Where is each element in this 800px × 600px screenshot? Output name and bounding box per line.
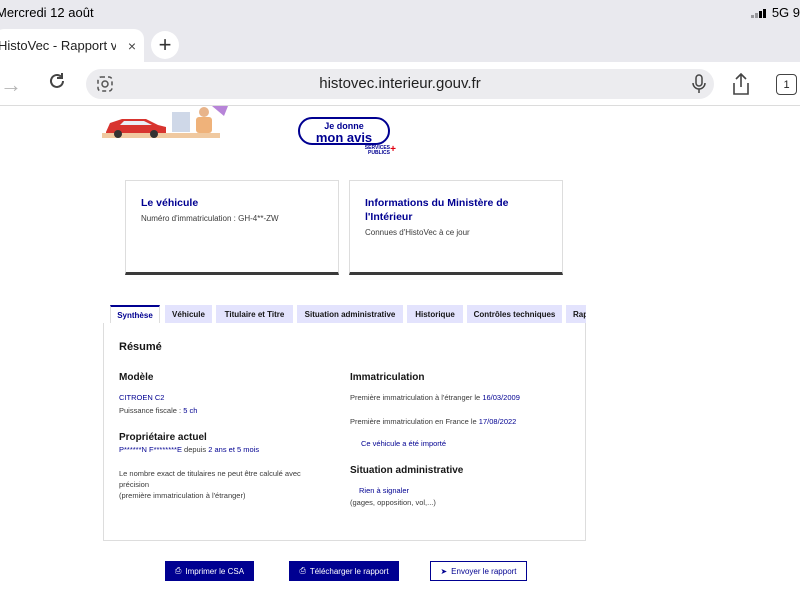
vehicle-card-title: Le véhicule: [141, 197, 199, 209]
tab-vehicule[interactable]: Véhicule: [165, 305, 212, 324]
first-registration-france: Première immatriculation en France le 17…: [350, 417, 517, 426]
feedback-line-2: mon avis: [315, 130, 373, 145]
summary-heading: Résumé: [119, 341, 162, 353]
tab-synthese[interactable]: Synthèse: [110, 305, 160, 324]
feedback-pill[interactable]: Je donne mon avis: [298, 117, 390, 145]
status-bar: Mercredi 12 août 5G 9: [0, 0, 800, 26]
browser-tab-title: HistoVec - Rapport vendeur: [0, 38, 116, 53]
send-icon: ➤: [440, 566, 448, 576]
new-tab-button[interactable]: +: [151, 31, 179, 59]
print-csa-button[interactable]: ⎙ Imprimer le CSA: [165, 561, 254, 581]
ministry-card-title: Informations du Ministère de l'Intérieur: [365, 197, 509, 223]
owner-name: P******N F********E: [119, 445, 182, 454]
download-report-button[interactable]: ⎙ Télécharger le rapport: [289, 561, 399, 581]
tab-count-button[interactable]: 1: [776, 74, 797, 95]
share-icon[interactable]: [731, 72, 751, 101]
fiscal-power-value: 5 ch: [183, 406, 198, 415]
report-tabs: Synthèse Véhicule Titulaire et Titre Sit…: [110, 305, 586, 324]
download-icon: ⎙: [299, 566, 306, 575]
ministry-card[interactable]: Informations du Ministère de l'Intérieur…: [349, 180, 563, 275]
close-tab-icon[interactable]: ×: [128, 38, 136, 54]
first-registration-foreign: Première immatriculation à l'étranger le…: [350, 393, 520, 402]
summary-panel: Résumé Modèle CITROEN C2 Puissance fisca…: [103, 323, 586, 541]
print-icon: ⎙: [174, 566, 182, 575]
forward-icon[interactable]: →: [0, 72, 22, 98]
signal-icon: [750, 8, 766, 18]
network-label: 5G 9: [771, 5, 800, 20]
foreign-date: 16/03/2009: [482, 393, 520, 402]
tab-historique[interactable]: Historique: [407, 305, 463, 324]
tab-titulaire[interactable]: Titulaire et Titre: [216, 305, 293, 324]
send-report-button[interactable]: ➤ Envoyer le rapport: [430, 561, 527, 581]
services-publics-logo: SERVICES PUBLICS: [364, 145, 390, 156]
registration-heading: Immatriculation: [350, 372, 425, 383]
france-date: 17/08/2022: [478, 417, 517, 426]
address-bar[interactable]: histovec.interieur.gouv.fr: [86, 69, 714, 99]
plus-icon: +: [390, 144, 396, 155]
status-indicators: 5G 9: [750, 5, 800, 20]
tab-situation-administrative[interactable]: Situation administrative: [297, 305, 403, 324]
status-date: Mercredi 12 août: [0, 5, 94, 20]
owner-heading: Propriétaire actuel: [119, 432, 207, 443]
admin-detail: (gages, opposition, vol,...): [350, 498, 436, 507]
browser-toolbar: → histovec.interieur.gouv.fr 1: [0, 62, 800, 106]
owner-duration: 2 ans et 5 mois: [208, 445, 260, 454]
owner-line: P******N F********E depuis 2 ans et 5 mo…: [119, 445, 260, 454]
fiscal-power: Puissance fiscale : 5 ch: [119, 406, 198, 415]
admin-heading: Situation administrative: [350, 465, 464, 476]
tab-controles-techniques[interactable]: Contrôles techniques: [467, 305, 562, 324]
url-text[interactable]: histovec.interieur.gouv.fr: [86, 75, 714, 92]
browser-tab[interactable]: HistoVec - Rapport vendeur ×: [0, 29, 144, 62]
vehicle-card-subtitle: Numéro d'immatriculation : GH-4**-ZW: [141, 214, 279, 223]
reload-icon[interactable]: [46, 70, 68, 97]
admin-status: Rien à signaler: [359, 486, 410, 495]
imported-notice: Ce véhicule a été importé: [361, 439, 447, 448]
ministry-card-subtitle: Connues d'HistoVec à ce jour: [365, 228, 470, 237]
model-heading: Modèle: [119, 372, 154, 383]
model-name: CITROEN C2: [119, 393, 165, 402]
tab-rapport[interactable]: Rapport: [566, 305, 586, 324]
browser-tab-strip: HistoVec - Rapport vendeur × +: [0, 26, 800, 62]
vehicle-card[interactable]: Le véhicule Numéro d'immatriculation : G…: [125, 180, 339, 275]
hero-illustration: [100, 106, 230, 140]
feedback-badge[interactable]: Je donne mon avis SERVICES PUBLICS +: [298, 117, 396, 157]
microphone-icon[interactable]: [692, 74, 706, 99]
owner-note: Le nombre exact de titulaires ne peut êt…: [119, 469, 301, 500]
